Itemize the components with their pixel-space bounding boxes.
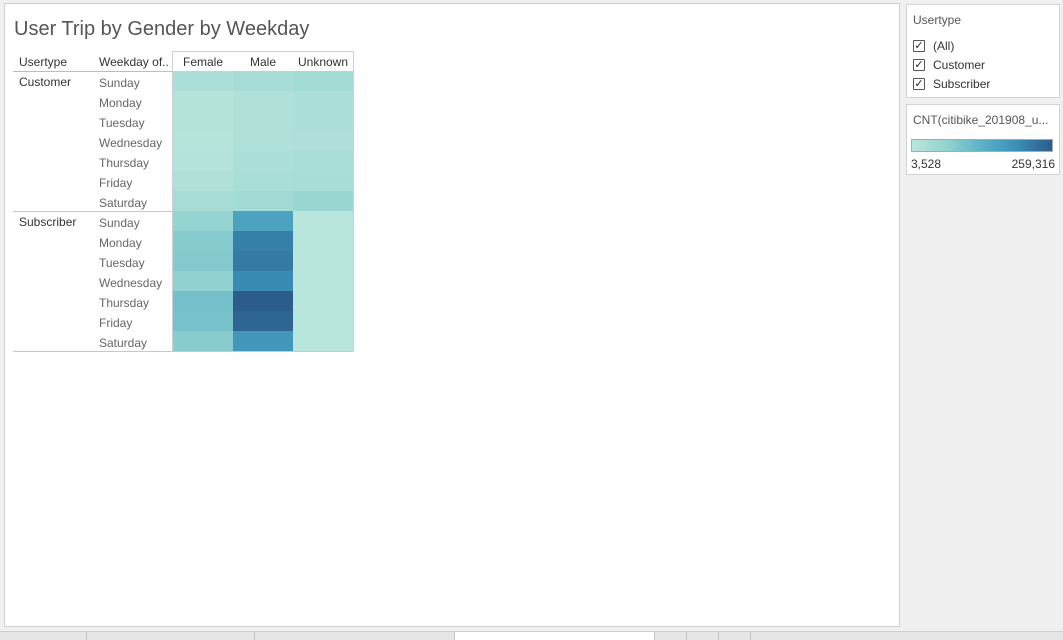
header-male: Male bbox=[250, 55, 276, 69]
legend-title: CNT(citibike_201908_u... bbox=[913, 113, 1049, 127]
heatmap-cell bbox=[293, 171, 353, 191]
color-legend-panel: CNT(citibike_201908_u... 3,528 259,316 bbox=[906, 104, 1060, 175]
header-female: Female bbox=[183, 55, 223, 69]
filter-option-label: Subscriber bbox=[933, 77, 991, 91]
row-label: Sunday bbox=[99, 216, 140, 230]
heatmap-cell bbox=[293, 311, 353, 331]
heatmap-cell bbox=[293, 271, 353, 291]
heatmap-cell bbox=[233, 91, 293, 111]
filter-option-label: Customer bbox=[933, 58, 986, 72]
row-label: Monday bbox=[99, 236, 142, 250]
heatmap-cell bbox=[293, 251, 353, 271]
header-usertype: Usertype bbox=[19, 55, 67, 69]
heatmap-cell bbox=[173, 91, 233, 111]
header-unknown: Unknown bbox=[298, 55, 348, 69]
heatmap-cell bbox=[173, 131, 233, 151]
usertype-filter-panel: Usertype ✓ (All) ✓ Customer ✓ Subscriber bbox=[906, 4, 1060, 98]
row-label: Wednesday bbox=[99, 276, 162, 290]
heatmap-cell bbox=[173, 111, 233, 131]
heatmap-table: Usertype Weekday of.. Female Male Unknown Cus… bbox=[13, 51, 354, 352]
filter-option-label: (All) bbox=[933, 39, 955, 53]
filter-option-customer[interactable]: ✓ Customer bbox=[913, 57, 985, 73]
heatmap-cell bbox=[293, 91, 353, 111]
row-label: Thursday bbox=[99, 296, 149, 310]
row-label: Tuesday bbox=[99, 256, 145, 270]
checkbox-checked-icon[interactable]: ✓ bbox=[913, 40, 925, 52]
heatmap-cell bbox=[233, 331, 293, 351]
group-label: Customer bbox=[19, 75, 71, 89]
filter-option-subscriber[interactable]: ✓ Subscriber bbox=[913, 76, 990, 92]
heatmap-cell bbox=[233, 211, 293, 231]
heatmap-cell bbox=[233, 291, 293, 311]
heatmap-cell bbox=[293, 71, 353, 91]
legend-color-ramp bbox=[911, 139, 1053, 152]
row-label: Sunday bbox=[99, 76, 140, 90]
dashboard-canvas: User Trip by Gender by Weekday Usertype W… bbox=[4, 3, 900, 627]
filter-title: Usertype bbox=[913, 13, 962, 27]
legend-max-label: 259,316 bbox=[1011, 157, 1055, 171]
heatmap-cell bbox=[173, 71, 233, 91]
heatmap-cell bbox=[173, 271, 233, 291]
heatmap-cell bbox=[173, 191, 233, 211]
heatmap-cell bbox=[173, 311, 233, 331]
heatmap-cell bbox=[233, 151, 293, 171]
heatmap-cell bbox=[173, 251, 233, 271]
checkbox-checked-icon[interactable]: ✓ bbox=[913, 59, 925, 71]
heatmap-cell bbox=[233, 131, 293, 151]
heatmap-cell bbox=[233, 71, 293, 91]
row-label: Friday bbox=[99, 176, 132, 190]
heatmap-cell bbox=[293, 191, 353, 211]
heatmap-cell bbox=[173, 331, 233, 351]
heatmap-cell bbox=[173, 151, 233, 171]
row-label: Wednesday bbox=[99, 136, 162, 150]
heatmap-cell bbox=[293, 331, 353, 351]
heatmap-cell bbox=[293, 131, 353, 151]
heatmap-cell bbox=[293, 151, 353, 171]
group-label: Subscriber bbox=[19, 215, 76, 229]
heatmap-cell bbox=[233, 171, 293, 191]
heatmap-cell bbox=[293, 111, 353, 131]
heatmap-cell bbox=[173, 211, 233, 231]
heatmap-cell bbox=[173, 231, 233, 251]
header-weekday: Weekday of.. bbox=[99, 55, 169, 69]
legend-min-label: 3,528 bbox=[911, 157, 942, 171]
heatmap-cell bbox=[233, 311, 293, 331]
filter-option-all[interactable]: ✓ (All) bbox=[913, 38, 954, 54]
heatmap-cell bbox=[233, 111, 293, 131]
heatmap-cell bbox=[293, 211, 353, 231]
heatmap-cell bbox=[173, 291, 233, 311]
heatmap-cell bbox=[233, 271, 293, 291]
row-label: Saturday bbox=[99, 336, 147, 350]
heatmap-cell bbox=[293, 231, 353, 251]
heatmap-cell bbox=[293, 291, 353, 311]
row-label: Thursday bbox=[99, 156, 149, 170]
heatmap-cell bbox=[173, 171, 233, 191]
row-label: Saturday bbox=[99, 196, 147, 210]
row-label: Friday bbox=[99, 316, 132, 330]
heatmap-cell bbox=[233, 251, 293, 271]
heatmap-cell bbox=[233, 231, 293, 251]
checkbox-checked-icon[interactable]: ✓ bbox=[913, 78, 925, 90]
row-label: Monday bbox=[99, 96, 142, 110]
row-label: Tuesday bbox=[99, 116, 145, 130]
heatmap-cell bbox=[233, 191, 293, 211]
